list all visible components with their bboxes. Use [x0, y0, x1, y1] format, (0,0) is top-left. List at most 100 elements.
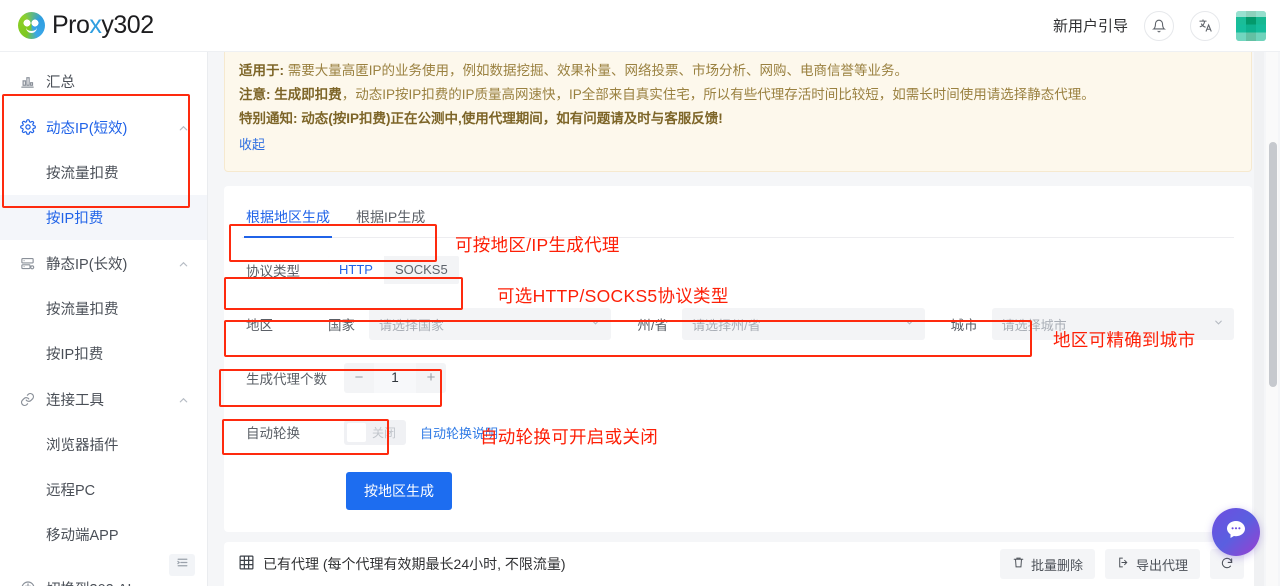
existing-proxies-title: 已有代理 (每个代理有效期最长24小时, 不限流量)	[238, 554, 566, 574]
sidebar-item-connect-tools[interactable]: 连接工具	[0, 376, 207, 422]
collapse-menu-icon	[176, 556, 189, 574]
sidebar-subitem-label: 远程PC	[46, 483, 96, 499]
brand-logo[interactable]: Proxy302	[0, 11, 154, 40]
tab-generate-by-region[interactable]: 根据地区生成	[244, 198, 332, 238]
notifications-button[interactable]	[1144, 10, 1174, 41]
app-root: Proxy302 新用户引导 汇总 动态IP(短效) 按流量扣费 按IP扣费 静…	[0, 0, 1280, 586]
region-label: 地区	[246, 318, 273, 333]
notice-line-caution: 注意: 生成即扣费，动态IP按IP扣费的IP质量高网速快，IP全部来自真实住宅，…	[239, 83, 1237, 107]
brand-prefix: Pro	[52, 11, 90, 39]
sidebar-subitem-mobile-app[interactable]: 移动端APP	[0, 512, 207, 557]
sidebar-subitem-remote-pc[interactable]: 远程PC	[0, 467, 207, 512]
export-proxies-button[interactable]: 导出代理	[1104, 549, 1200, 579]
sidebar-item-dynamic-ip[interactable]: 动态IP(短效)	[0, 104, 207, 150]
generate-by-region-button[interactable]: 按地区生成	[346, 472, 452, 510]
batch-delete-button[interactable]: 批量删除	[999, 549, 1095, 579]
existing-proxies-title-text: 已有代理 (每个代理有效期最长24小时, 不限流量)	[263, 556, 566, 572]
sidebar-subitem-label: 按IP扣费	[46, 347, 104, 363]
header-actions: 新用户引导	[1053, 10, 1280, 41]
auto-rotate-row: 自动轮换 关闭 自动轮换说明	[242, 410, 1234, 454]
existing-proxies-actions: 批量删除 导出代理	[999, 549, 1244, 579]
protocol-option-http[interactable]: HTTP	[328, 256, 384, 284]
chevron-down-icon	[1213, 317, 1224, 331]
brand-x: x	[89, 11, 102, 39]
brand-suffix: y302	[101, 11, 154, 39]
protocol-label: 协议类型	[246, 264, 300, 279]
notice-collapse-link[interactable]: 收起	[239, 133, 265, 157]
quantity-value[interactable]: 1	[374, 363, 416, 393]
existing-proxies-bar: 已有代理 (每个代理有效期最长24小时, 不限流量) 批量删除 导出代理	[224, 542, 1256, 586]
user-avatar[interactable]	[1236, 10, 1266, 41]
bar-chart-icon	[20, 74, 46, 89]
inner-scroll-track[interactable]	[1254, 52, 1264, 586]
server-icon	[20, 256, 46, 271]
sidebar-subitem-label: 按流量扣费	[46, 166, 119, 182]
notice-line-caution-label: 注意:	[239, 87, 271, 102]
proxy302-logo-icon	[18, 12, 45, 39]
notice-line-caution-bold: 生成即扣费	[270, 87, 342, 102]
chevron-up-icon[interactable]	[178, 122, 189, 133]
new-user-guide-link[interactable]: 新用户引导	[1053, 15, 1128, 36]
sidebar-item-label: 连接工具	[46, 392, 104, 409]
sidebar-subitem-browser-extension[interactable]: 浏览器插件	[0, 422, 207, 467]
language-switch-button[interactable]	[1190, 10, 1220, 41]
chat-support-button[interactable]	[1212, 508, 1260, 556]
chevron-up-icon[interactable]	[178, 258, 189, 269]
state-label: 州/省	[637, 318, 669, 333]
quantity-stepper: − 1 +	[344, 363, 446, 393]
auto-rotate-toggle[interactable]: 关闭	[344, 419, 406, 445]
notice-banner: 适用于: 需要大量高匿IP的业务使用，例如数据挖掘、效果补量、网络投票、市场分析…	[224, 52, 1252, 172]
sidebar-item-static-ip[interactable]: 静态IP(长效)	[0, 240, 207, 286]
annotation-region: 地区可精确到城市	[1053, 330, 1196, 350]
notice-line-special-text: 特别通知: 动态(按IP扣费)正在公测中,使用代理期间，如有问题请及时与客服反馈…	[239, 111, 723, 126]
sidebar-item-label: 切换到302.AI	[46, 578, 131, 586]
protocol-option-socks5[interactable]: SOCKS5	[384, 256, 459, 284]
sidebar-subitem-static-traffic[interactable]: 按流量扣费	[0, 286, 207, 331]
proxy-count-label: 生成代理个数	[246, 372, 327, 387]
sidebar-item-summary[interactable]: 汇总	[0, 58, 207, 104]
notice-line-applies: 适用于: 需要大量高匿IP的业务使用，例如数据挖掘、效果补量、网络投票、市场分析…	[239, 59, 1237, 83]
quantity-increment-button[interactable]: +	[416, 363, 446, 393]
export-proxies-label: 导出代理	[1135, 557, 1188, 573]
city-label: 城市	[950, 318, 978, 333]
sidebar-item-label: 汇总	[46, 74, 75, 91]
notice-line-applies-text: 需要大量高匿IP的业务使用，例如数据挖掘、效果补量、网络投票、市场分析、网购、电…	[284, 63, 909, 78]
table-grid-icon	[238, 554, 255, 574]
chevron-down-icon	[904, 317, 915, 331]
sidebar-subitem-label: 按流量扣费	[46, 302, 119, 318]
protocol-segmented-control: HTTP SOCKS5	[328, 256, 459, 284]
page-scroll-thumb[interactable]	[1269, 142, 1277, 387]
toggle-knob	[347, 422, 366, 442]
notice-clipped-line	[239, 52, 1237, 59]
sidebar-item-label: 动态IP(短效)	[46, 120, 128, 137]
link-icon	[20, 392, 46, 407]
sidebar-subitem-static-perip[interactable]: 按IP扣费	[0, 331, 207, 376]
sidebar-menu: 汇总 动态IP(短效) 按流量扣费 按IP扣费 静态IP(长效) 按流量扣费 按…	[0, 52, 207, 586]
state-select[interactable]: 请选择州/省	[682, 308, 925, 340]
quantity-decrement-button[interactable]: −	[344, 363, 374, 393]
trash-icon	[1012, 556, 1025, 572]
tab-generate-by-ip[interactable]: 根据IP生成	[356, 198, 425, 237]
brand-name: Proxy302	[52, 11, 154, 40]
annotation-protocol: 可选HTTP/SOCKS5协议类型	[497, 286, 729, 306]
annotation-auto-rotate: 自动轮换可开启或关闭	[480, 427, 658, 447]
refresh-icon	[1220, 556, 1234, 573]
export-icon	[1117, 556, 1130, 572]
notice-line-special: 特别通知: 动态(按IP扣费)正在公测中,使用代理期间，如有问题请及时与客服反馈…	[239, 107, 1237, 131]
chevron-up-icon[interactable]	[178, 394, 189, 405]
content-wrapper: 适用于: 需要大量高匿IP的业务使用，例如数据挖掘、效果补量、网络投票、市场分析…	[208, 52, 1268, 532]
country-select-value: 请选择国家	[379, 317, 445, 333]
sidebar-item-label: 静态IP(长效)	[46, 256, 128, 273]
country-label: 国家	[328, 318, 355, 333]
country-select[interactable]: 请选择国家	[369, 308, 612, 340]
annotation-tabs: 可按地区/IP生成代理	[455, 235, 620, 255]
sidebar-subitem-dynamic-perip[interactable]: 按IP扣费	[0, 195, 207, 240]
main-content: 适用于: 需要大量高匿IP的业务使用，例如数据挖掘、效果补量、网络投票、市场分析…	[208, 52, 1280, 586]
sidebar-subitem-dynamic-traffic[interactable]: 按流量扣费	[0, 150, 207, 195]
sidebar-collapse-button[interactable]	[169, 554, 195, 576]
notice-line-applies-label: 适用于:	[239, 63, 284, 78]
sidebar-subitem-label: 按IP扣费	[46, 211, 104, 227]
batch-delete-label: 批量删除	[1030, 557, 1083, 573]
state-select-value: 请选择州/省	[692, 317, 761, 333]
chat-bubble-icon	[1224, 518, 1248, 547]
